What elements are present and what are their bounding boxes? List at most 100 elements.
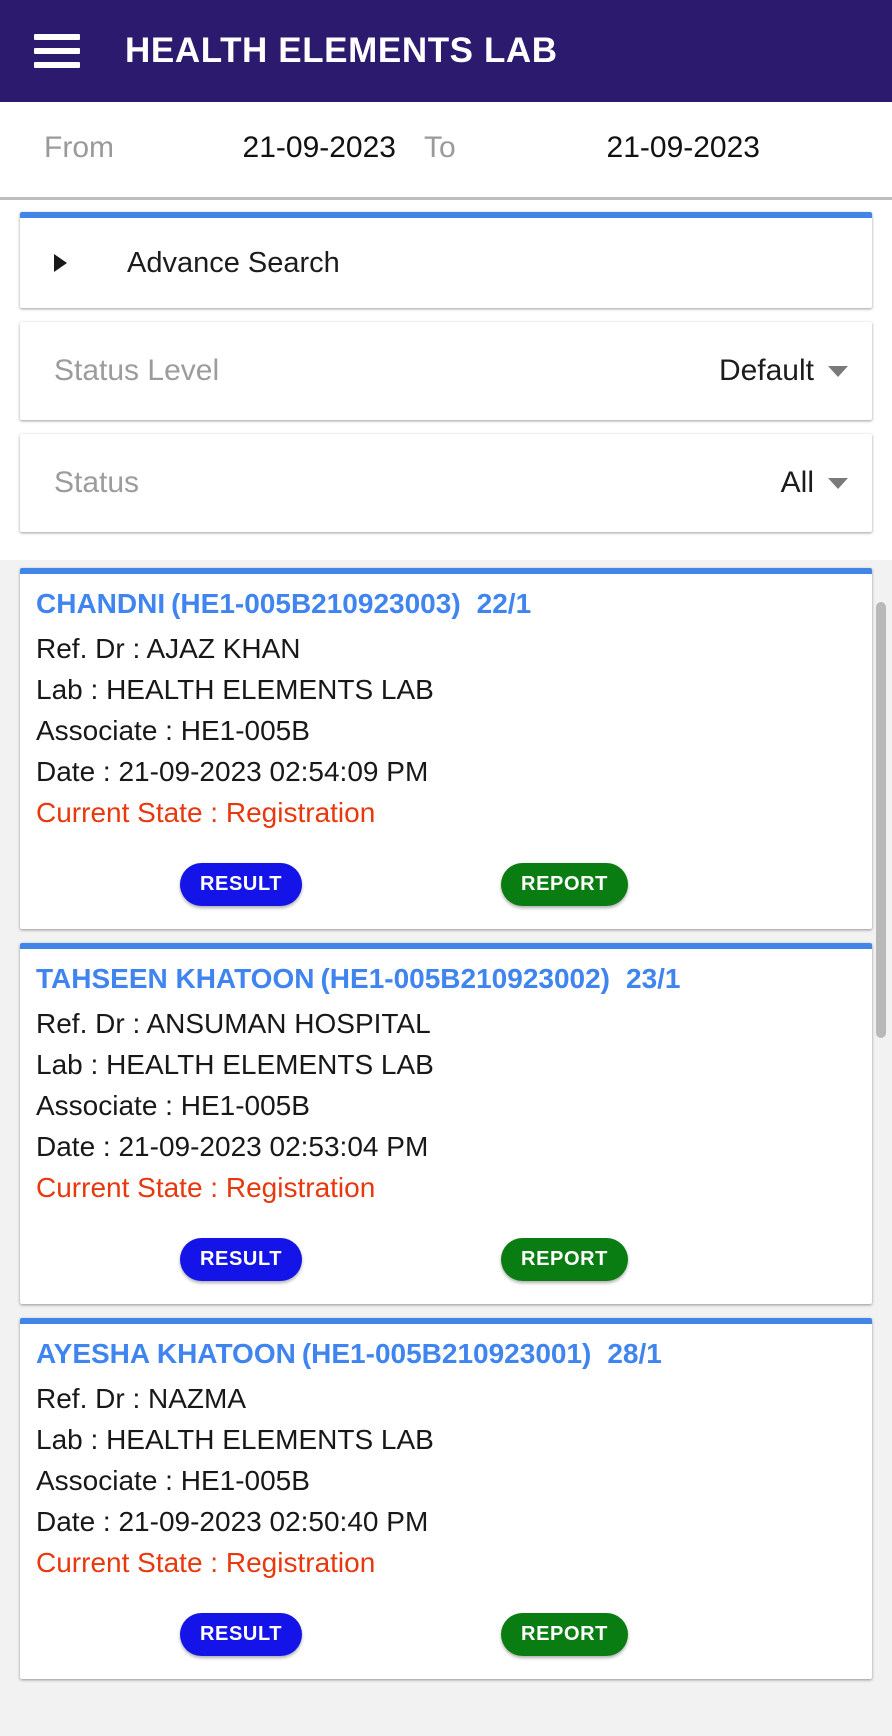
registration-date-value: 21-09-2023 02:50:40 PM — [118, 1506, 429, 1537]
patient-name: AYESHA KHATOON — [36, 1338, 296, 1369]
lab-name-value: HEALTH ELEMENTS LAB — [106, 674, 434, 705]
associate-code: Associate : HE1-005B — [36, 1460, 852, 1501]
registration-date-label: Date : — [36, 756, 111, 787]
ref-doctor-value: ANSUMAN HOSPITAL — [146, 1008, 431, 1039]
lab-name: Lab : HEALTH ELEMENTS LAB — [36, 1044, 852, 1085]
filter-panel: Advance Search Status Level Default Stat… — [0, 200, 892, 560]
current-state-label: Current State : — [36, 1172, 219, 1203]
lab-name-value: HEALTH ELEMENTS LAB — [106, 1424, 434, 1455]
patient-name: TAHSEEN KHATOON — [36, 963, 315, 994]
page-title: HEALTH ELEMENTS LAB — [125, 31, 558, 70]
patient-test-count: 23/1 — [626, 963, 681, 994]
lab-name-value: HEALTH ELEMENTS LAB — [106, 1049, 434, 1080]
result-button[interactable]: RESULT — [180, 862, 303, 906]
report-button[interactable]: REPORT — [501, 1237, 628, 1281]
patient-test-count: 22/1 — [476, 588, 532, 619]
ref-doctor-label: Ref. Dr : — [36, 633, 141, 664]
patient-list: CHANDNI (HE1-005B210923003) 22/1 Ref. Dr : … — [0, 560, 892, 1736]
advance-search-card[interactable]: Advance Search — [20, 212, 872, 308]
from-date-value: 21-09-2023 — [242, 131, 396, 164]
patient-name-heading: CHANDNI (HE1-005B210923003) 22/1 — [36, 588, 852, 620]
hamburger-bar — [34, 34, 80, 40]
hamburger-menu-icon[interactable] — [34, 34, 80, 68]
advance-search-label: Advance Search — [127, 246, 340, 279]
registration-date-value: 21-09-2023 02:53:04 PM — [118, 1131, 429, 1162]
patient-card-body: CHANDNI (HE1-005B210923003) 22/1 Ref. Dr : … — [20, 574, 872, 833]
status-level-label: Status Level — [54, 354, 220, 387]
registration-date-value: 21-09-2023 02:54:09 PM — [118, 756, 429, 787]
current-state-value: Registration — [225, 797, 376, 828]
result-button[interactable]: RESULT — [180, 1612, 303, 1656]
from-date-field[interactable]: From 21-09-2023 — [44, 122, 396, 174]
lab-name-label: Lab : — [36, 674, 99, 705]
ref-doctor: Ref. Dr : AJAZ KHAN — [36, 628, 852, 669]
current-state: Current State : Registration — [36, 1167, 852, 1208]
current-state: Current State : Registration — [36, 792, 852, 833]
associate-code-value: HE1-005B — [180, 1090, 310, 1121]
chevron-down-icon[interactable] — [828, 365, 848, 377]
patient-card-actions: RESULT REPORT — [20, 839, 872, 929]
from-label: From — [44, 131, 114, 164]
patient-id: (HE1-005B210923002) — [320, 963, 610, 994]
current-state-label: Current State : — [36, 797, 219, 828]
registration-date: Date : 21-09-2023 02:54:09 PM — [36, 751, 852, 792]
chevron-down-icon[interactable] — [828, 477, 848, 489]
status-label: Status — [54, 466, 140, 499]
patient-name-heading: AYESHA KHATOON (HE1-005B210923001) 28/1 — [36, 1338, 852, 1370]
ref-doctor-label: Ref. Dr : — [36, 1008, 141, 1039]
registration-date: Date : 21-09-2023 02:50:40 PM — [36, 1501, 852, 1542]
to-date-field[interactable]: To 21-09-2023 — [424, 122, 760, 174]
lab-name: Lab : HEALTH ELEMENTS LAB — [36, 669, 852, 710]
ref-doctor: Ref. Dr : NAZMA — [36, 1378, 852, 1419]
to-date-value: 21-09-2023 — [606, 131, 760, 164]
lab-name: Lab : HEALTH ELEMENTS LAB — [36, 1419, 852, 1460]
patient-card[interactable]: AYESHA KHATOON (HE1-005B210923001) 28/1 Ref… — [20, 1318, 872, 1679]
triangle-right-icon[interactable] — [54, 254, 67, 272]
patient-test-count: 28/1 — [607, 1338, 662, 1369]
registration-date-label: Date : — [36, 1131, 111, 1162]
report-button[interactable]: REPORT — [501, 862, 628, 906]
associate-code: Associate : HE1-005B — [36, 710, 852, 751]
patient-id: (HE1-005B210923001) — [301, 1338, 592, 1369]
associate-code: Associate : HE1-005B — [36, 1085, 852, 1126]
status-value: All — [780, 466, 814, 499]
patient-card-actions: RESULT REPORT — [20, 1214, 872, 1304]
registration-date: Date : 21-09-2023 02:53:04 PM — [36, 1126, 852, 1167]
current-state: Current State : Registration — [36, 1542, 852, 1583]
patient-id: (HE1-005B210923003) — [171, 588, 461, 619]
status-level-value: Default — [718, 354, 814, 387]
date-range-bar: From 21-09-2023 To 21-09-2023 — [0, 102, 892, 289]
ref-doctor-value: AJAZ KHAN — [146, 633, 301, 664]
patient-card[interactable]: CHANDNI (HE1-005B210923003) 22/1 Ref. Dr : … — [20, 568, 872, 929]
patient-card[interactable]: TAHSEEN KHATOON (HE1-005B210923002) 23/1 Re… — [20, 943, 872, 1304]
patient-card-actions: RESULT REPORT — [20, 1589, 872, 1679]
registration-date-label: Date : — [36, 1506, 111, 1537]
ref-doctor-value: NAZMA — [148, 1383, 247, 1414]
status-dropdown[interactable]: Status All — [20, 434, 872, 532]
lab-name-label: Lab : — [36, 1424, 99, 1455]
ref-doctor-label: Ref. Dr : — [36, 1383, 141, 1414]
app-bar: HEALTH ELEMENTS LAB — [0, 0, 892, 102]
associate-code-label: Associate : — [36, 715, 173, 746]
current-state-value: Registration — [225, 1172, 376, 1203]
ref-doctor: Ref. Dr : ANSUMAN HOSPITAL — [36, 1003, 852, 1044]
status-level-dropdown[interactable]: Status Level Default — [20, 322, 872, 420]
current-state-value: Registration — [225, 1547, 376, 1578]
hamburger-bar — [34, 62, 80, 68]
patient-name-heading: TAHSEEN KHATOON (HE1-005B210923002) 23/1 — [36, 963, 852, 995]
associate-code-label: Associate : — [36, 1465, 173, 1496]
associate-code-label: Associate : — [36, 1090, 173, 1121]
scrollbar-thumb[interactable] — [876, 602, 886, 1038]
patient-name: CHANDNI — [36, 588, 166, 619]
result-button[interactable]: RESULT — [180, 1237, 303, 1281]
patient-card-body: AYESHA KHATOON (HE1-005B210923001) 28/1 Ref… — [20, 1324, 872, 1583]
scrollbar[interactable] — [876, 560, 886, 1736]
current-state-label: Current State : — [36, 1547, 219, 1578]
associate-code-value: HE1-005B — [180, 715, 310, 746]
lab-name-label: Lab : — [36, 1049, 99, 1080]
hamburger-bar — [34, 48, 80, 54]
report-button[interactable]: REPORT — [501, 1612, 628, 1656]
to-label: To — [424, 131, 456, 164]
patient-card-body: TAHSEEN KHATOON (HE1-005B210923002) 23/1 Re… — [20, 949, 872, 1208]
associate-code-value: HE1-005B — [180, 1465, 310, 1496]
